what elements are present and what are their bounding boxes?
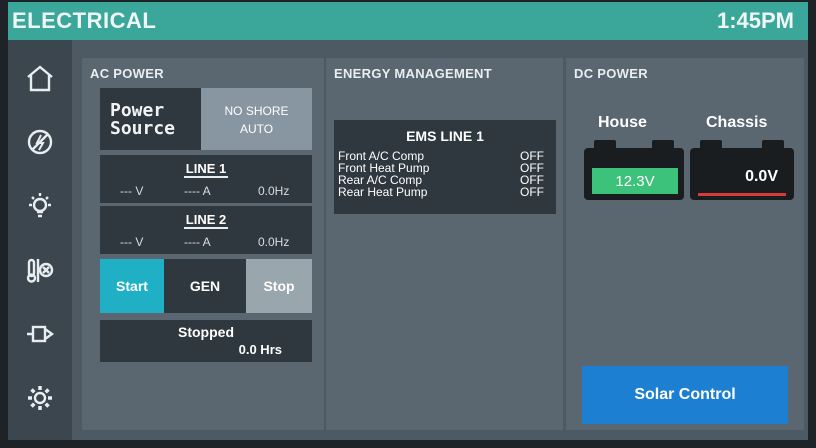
- main-screen: AC POWER Power Source NO SHORE AUTO LINE…: [8, 40, 808, 440]
- battery-terminal: [594, 140, 616, 149]
- page-title: ELECTRICAL: [12, 8, 157, 33]
- ac-power-panel: AC POWER Power Source NO SHORE AUTO LINE…: [82, 58, 324, 430]
- generator-status-box: Stopped 0.0 Hrs: [100, 320, 312, 362]
- chassis-battery-label: Chassis: [706, 114, 768, 131]
- ems-line-box: EMS LINE 1 Front A/C Comp OFF Front Heat…: [334, 120, 556, 214]
- ac-power-title: AC POWER: [90, 66, 164, 81]
- battery-terminal: [762, 140, 784, 149]
- dc-power-panel: DC POWER House Chassis 12.3V 0.0V Solar …: [566, 58, 804, 430]
- line1-box: LINE 1 --- V ---- A 0.0Hz: [100, 155, 312, 203]
- app-frame: ELECTRICAL 1:45PM AC POWER Power Source …: [0, 0, 816, 448]
- energy-management-title: ENERGY MANAGEMENT: [334, 66, 492, 81]
- line2-volts: --- V: [120, 235, 144, 249]
- line1-amps: ---- A: [184, 184, 211, 198]
- battery-terminal: [652, 140, 674, 149]
- shore-mode: AUTO: [239, 122, 274, 136]
- ems-row: Rear Heat Pump OFF: [338, 186, 552, 198]
- line1-frequency: 0.0Hz: [258, 184, 290, 198]
- generator-stop-button[interactable]: Stop: [246, 259, 312, 313]
- house-battery-icon: 12.3V: [584, 140, 684, 200]
- generator-label: GEN: [164, 259, 246, 313]
- power-icon[interactable]: [20, 122, 60, 162]
- ems-load-state: OFF: [520, 185, 544, 199]
- header-bar: ELECTRICAL 1:45PM: [8, 2, 808, 40]
- solar-control-button[interactable]: Solar Control: [582, 366, 788, 424]
- generator-hours: 0.0 Hrs: [238, 342, 282, 357]
- generator-start-button[interactable]: Start: [100, 259, 164, 313]
- ems-line-title: EMS LINE 1: [406, 128, 484, 144]
- chassis-battery-voltage: 0.0V: [745, 168, 778, 185]
- sidebar: [8, 40, 72, 440]
- slide-out-icon[interactable]: [20, 314, 60, 354]
- line1-title: LINE 1: [183, 161, 229, 178]
- generator-controls: Start GEN Stop: [100, 259, 312, 313]
- shore-status: NO SHORE: [224, 104, 289, 118]
- power-source-label: Power Source: [110, 100, 176, 139]
- chassis-battery-icon: 0.0V: [690, 140, 794, 200]
- house-battery-voltage: 12.3V: [592, 168, 678, 194]
- line2-frequency: 0.0Hz: [258, 235, 290, 249]
- power-source-box: Power Source NO SHORE AUTO: [100, 88, 312, 150]
- shore-status-button[interactable]: NO SHORE AUTO: [201, 88, 312, 150]
- light-bulb-icon[interactable]: [20, 186, 60, 226]
- settings-icon[interactable]: [20, 378, 60, 418]
- battery-terminal: [700, 140, 722, 149]
- ems-load-label: Rear Heat Pump: [338, 185, 428, 199]
- line1-volts: --- V: [120, 184, 144, 198]
- chassis-battery-status-bar: [698, 193, 786, 196]
- line2-title: LINE 2: [183, 212, 229, 229]
- line2-box: LINE 2 --- V ---- A 0.0Hz: [100, 206, 312, 254]
- clock: 1:45PM: [716, 8, 794, 33]
- dc-power-title: DC POWER: [574, 66, 648, 81]
- home-icon[interactable]: [20, 58, 60, 98]
- climate-icon[interactable]: [20, 250, 60, 290]
- house-battery-label: House: [598, 114, 647, 131]
- energy-management-panel: ENERGY MANAGEMENT EMS LINE 1 Front A/C C…: [326, 58, 563, 430]
- line2-amps: ---- A: [184, 235, 211, 249]
- generator-status: Stopped: [178, 324, 234, 340]
